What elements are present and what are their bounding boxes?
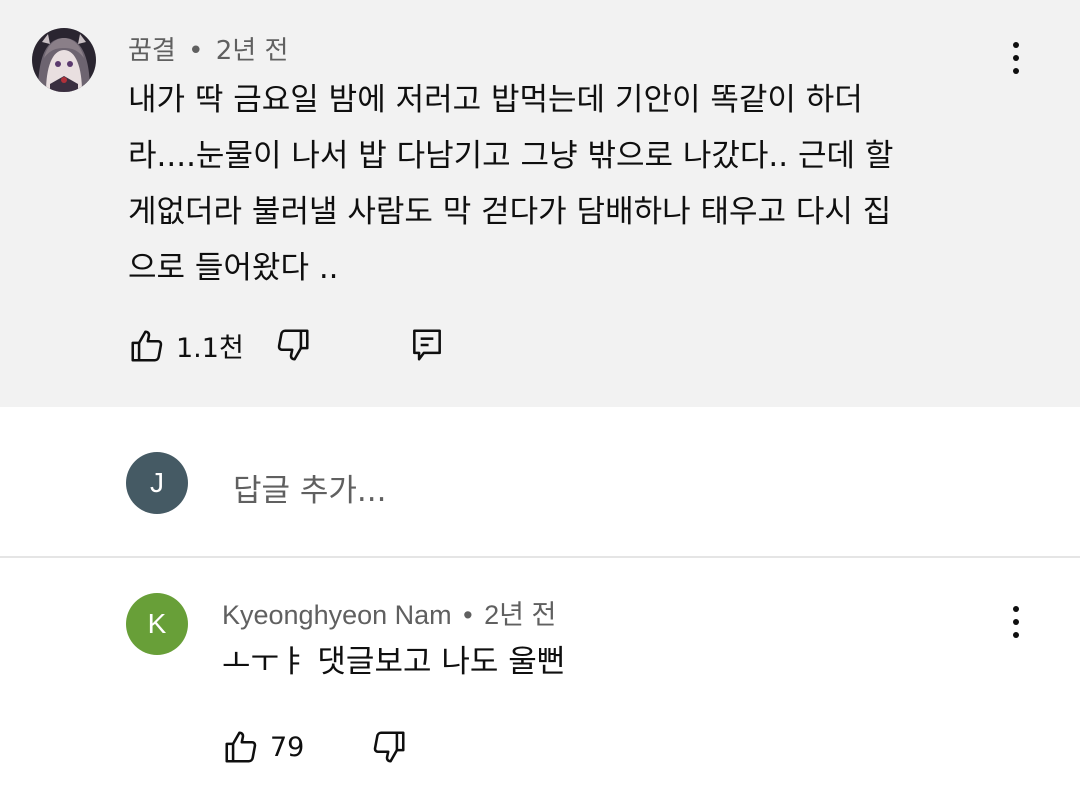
reply-meta: Kyeonghyeon Nam • 2년 전 <box>222 593 556 632</box>
reply-more-options-icon[interactable] <box>1004 602 1028 642</box>
reply-time: 2년 전 <box>484 600 557 630</box>
dislike-button[interactable] <box>274 326 312 368</box>
more-options-icon[interactable] <box>1004 38 1028 78</box>
comment-line: 으로 들어왔다 .. <box>128 250 339 286</box>
comment-author[interactable]: 꿈결 <box>128 36 176 66</box>
meta-separator: • <box>188 36 204 66</box>
like-count: 1.1천 <box>176 333 244 364</box>
highlighted-comment: 꿈결 • 2년 전 내가 딱 금요일 밤에 저러고 밥먹는데 기안이 똑같이 하… <box>0 0 1080 407</box>
reply-input-row: J 답글 추가... <box>0 407 1080 557</box>
user-avatar[interactable] <box>32 28 96 92</box>
current-user-avatar[interactable]: J <box>126 452 188 514</box>
thumbs-up-icon <box>131 329 163 362</box>
comment-line: 게없더라 불러낼 사람도 막 걷다가 담배하나 태우고 다시 집 <box>128 194 892 230</box>
thumbs-up-icon <box>225 731 257 763</box>
reply-input[interactable]: 답글 추가... <box>233 465 387 510</box>
reply-author-avatar[interactable]: K <box>126 593 188 655</box>
reply-dislike-button[interactable] <box>370 728 408 770</box>
comment-line: 내가 딱 금요일 밤에 저러고 밥먹는데 기안이 똑같이 하더 <box>128 82 863 118</box>
reply-author[interactable]: Kyeonghyeon Nam <box>222 600 452 630</box>
reply-button[interactable] <box>408 326 446 368</box>
thumbs-down-icon <box>277 329 309 361</box>
reply-like-count: 79 <box>270 731 305 763</box>
like-button[interactable]: 1.1천 <box>128 326 244 365</box>
comment-line: 라....눈물이 나서 밥 다남기고 그냥 밖으로 나갔다.. 근데 할 <box>128 138 894 174</box>
comment-time: 2년 전 <box>215 36 289 66</box>
thumbs-down-icon <box>373 731 405 763</box>
meta-separator: • <box>463 600 473 630</box>
comment-text: 내가 딱 금요일 밤에 저러고 밥먹는데 기안이 똑같이 하더 라....눈물이… <box>128 72 893 296</box>
comment-reply-icon <box>413 329 441 361</box>
reply-text: ㅗㅜㅑ 댓글보고 나도 울뻔 <box>222 644 566 680</box>
reply-like-button[interactable]: 79 <box>222 728 304 766</box>
comment-meta: 꿈결 • 2년 전 <box>128 30 288 67</box>
divider <box>0 556 1080 558</box>
